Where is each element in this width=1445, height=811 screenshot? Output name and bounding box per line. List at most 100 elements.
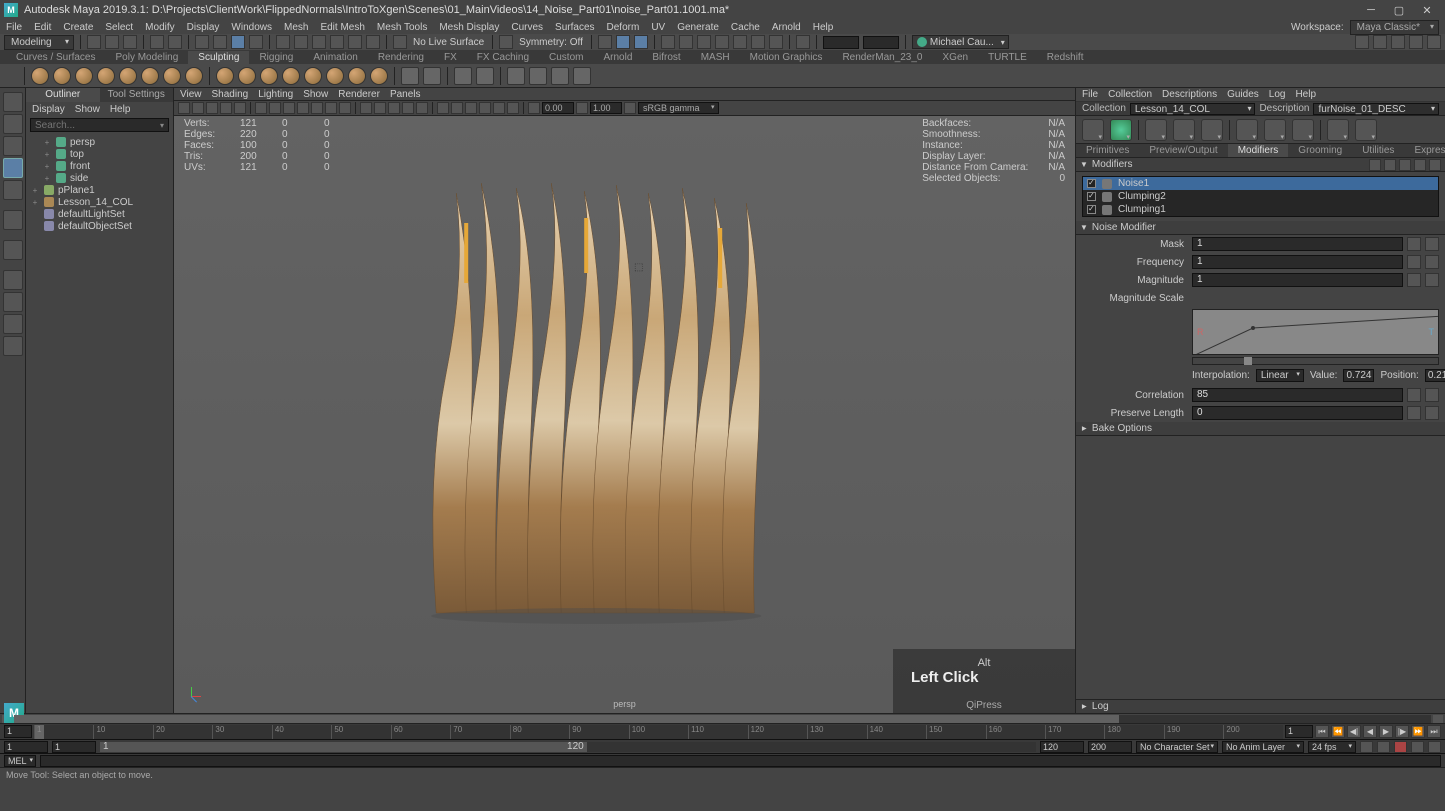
render-seq-icon[interactable] [697, 35, 711, 49]
command-input[interactable] [40, 755, 1441, 767]
menu-generate[interactable]: Generate [677, 22, 719, 33]
curve-position-slider[interactable] [1192, 357, 1439, 365]
render-icon[interactable] [661, 35, 675, 49]
module-dropdown[interactable]: Modeling [4, 35, 74, 50]
vp-aa-icon[interactable] [507, 102, 519, 114]
outliner-item-top[interactable]: +top [26, 148, 173, 160]
snap-point-icon[interactable] [312, 35, 326, 49]
shelf-tab-mash[interactable]: MASH [691, 51, 740, 64]
mod-move-down-icon[interactable] [1384, 159, 1396, 171]
goto-end-button[interactable]: ⏭ [1427, 725, 1441, 738]
description-dropdown[interactable]: furNoise_01_DESC [1313, 103, 1439, 115]
tab-tool-settings[interactable]: Tool Settings [100, 88, 174, 102]
sidebar-toggle-3[interactable] [634, 35, 648, 49]
current-frame-field-left[interactable]: 1 [4, 725, 32, 738]
range-slider[interactable]: 1120 [100, 742, 1036, 752]
lasso-icon[interactable] [213, 35, 227, 49]
prefs-icon[interactable] [1428, 741, 1441, 753]
xgen-tab-preview-output[interactable]: Preview/Output [1139, 144, 1227, 157]
undo-icon[interactable] [150, 35, 164, 49]
range-out-field[interactable]: 120 [1040, 741, 1084, 753]
outliner-menu-display[interactable]: Display [32, 104, 65, 115]
panel-layout-icon[interactable] [796, 35, 810, 49]
shelf-editor-icon[interactable] [6, 70, 18, 82]
tab-outliner[interactable]: Outliner [26, 88, 100, 102]
magnitude-slider-icon[interactable] [1425, 273, 1439, 287]
snap-grid-icon[interactable] [276, 35, 290, 49]
next-key-button[interactable]: |▶ [1395, 725, 1409, 738]
input-field-x[interactable] [823, 36, 859, 49]
last-tool[interactable] [3, 210, 23, 230]
magnitude-scale-curve[interactable]: R T [1192, 309, 1439, 355]
sculpt-opt-4[interactable] [476, 67, 494, 85]
shelf-tab-renderman-23-0[interactable]: RenderMan_23_0 [832, 51, 932, 64]
hscroll-right[interactable] [1433, 715, 1443, 723]
shelf-tab-bifrost[interactable]: Bifrost [642, 51, 690, 64]
sculpt-tool-10[interactable] [238, 67, 256, 85]
range-end-field[interactable]: 200 [1088, 741, 1132, 753]
xg-add-guide-icon[interactable] [1145, 119, 1167, 141]
sculpt-tool-8[interactable] [185, 67, 203, 85]
frequency-field[interactable]: 1 [1192, 255, 1403, 269]
xg-import-icon[interactable] [1355, 119, 1377, 141]
fps-dropdown[interactable]: 24 fps [1308, 741, 1356, 753]
correlation-field[interactable]: 85 [1192, 388, 1403, 402]
xg-toggle-guide-icon[interactable] [1173, 119, 1195, 141]
minimize-button[interactable]: ─ [1357, 1, 1385, 19]
preserve-length-expr-icon[interactable] [1407, 406, 1421, 420]
xgen-menu-guides[interactable]: Guides [1227, 89, 1259, 100]
layout-four[interactable] [3, 292, 23, 312]
render-pause-icon[interactable] [769, 35, 783, 49]
sculpt-opt-3[interactable] [454, 67, 472, 85]
magnitude-field[interactable]: 1 [1192, 273, 1403, 287]
step-fwd-button[interactable]: ⏩ [1411, 725, 1425, 738]
vp-menu-show[interactable]: Show [303, 89, 328, 100]
toggle-cmd-icon[interactable] [1391, 35, 1405, 49]
shelf-tab-custom[interactable]: Custom [539, 51, 593, 64]
menu-mesh[interactable]: Mesh [284, 22, 308, 33]
sculpt-tool-4[interactable] [97, 67, 115, 85]
collection-dropdown[interactable]: Lesson_14_COL [1130, 103, 1256, 115]
outliner-menu-help[interactable]: Help [110, 104, 131, 115]
select-mode-icon[interactable] [195, 35, 209, 49]
outliner-item-defaultlightset[interactable]: defaultLightSet [26, 208, 173, 220]
vp-menu-renderer[interactable]: Renderer [338, 89, 380, 100]
vp-select-cam-icon[interactable] [178, 102, 190, 114]
sculpt-tool-15[interactable] [348, 67, 366, 85]
xg-refresh-preview-icon[interactable] [1110, 119, 1132, 141]
xgen-tab-utilities[interactable]: Utilities [1352, 144, 1404, 157]
light-editor-icon[interactable] [751, 35, 765, 49]
vp-bookmark-icon[interactable] [192, 102, 204, 114]
mask-expr-icon[interactable] [1407, 237, 1421, 251]
toggle-shelf-icon[interactable] [1355, 35, 1369, 49]
hypershade-icon[interactable] [733, 35, 747, 49]
file-save-icon[interactable] [123, 35, 137, 49]
outliner-search-input[interactable] [35, 120, 164, 131]
move-tool[interactable] [3, 136, 23, 156]
xgen-tab-modifiers[interactable]: Modifiers [1228, 144, 1289, 157]
preserve-length-slider-icon[interactable] [1425, 406, 1439, 420]
correlation-expr-icon[interactable] [1407, 388, 1421, 402]
vp-ao-icon[interactable] [479, 102, 491, 114]
sculpt-opt-6[interactable] [529, 67, 547, 85]
vp-menu-shading[interactable]: Shading [212, 89, 249, 100]
toggle-time-icon[interactable] [1427, 35, 1441, 49]
xgen-menu-help[interactable]: Help [1295, 89, 1316, 100]
current-frame-field-right[interactable]: 1 [1285, 725, 1313, 738]
shelf-tab-animation[interactable]: Animation [303, 51, 367, 64]
tweak-icon[interactable] [249, 35, 263, 49]
xg-sculpt-guide-icon[interactable] [1201, 119, 1223, 141]
xgen-log-bar[interactable]: ▼Log [1076, 699, 1445, 713]
vp-exposure-field[interactable]: 0.00 [542, 102, 574, 114]
snap-plane-icon[interactable] [330, 35, 344, 49]
live-surface-icon[interactable] [393, 35, 407, 49]
menu-create[interactable]: Create [63, 22, 93, 33]
vp-shadows-icon[interactable] [402, 102, 414, 114]
workspace-dropdown[interactable]: Maya Classic* [1350, 20, 1439, 35]
vp-expose-icon[interactable] [465, 102, 477, 114]
account-dropdown[interactable]: Michael Cau... [912, 35, 1009, 49]
anim-layer-dropdown[interactable]: No Anim Layer [1222, 741, 1304, 753]
vp-exposure-icon[interactable] [528, 102, 540, 114]
sculpt-tool-11[interactable] [260, 67, 278, 85]
sidebar-toggle-2[interactable] [616, 35, 630, 49]
